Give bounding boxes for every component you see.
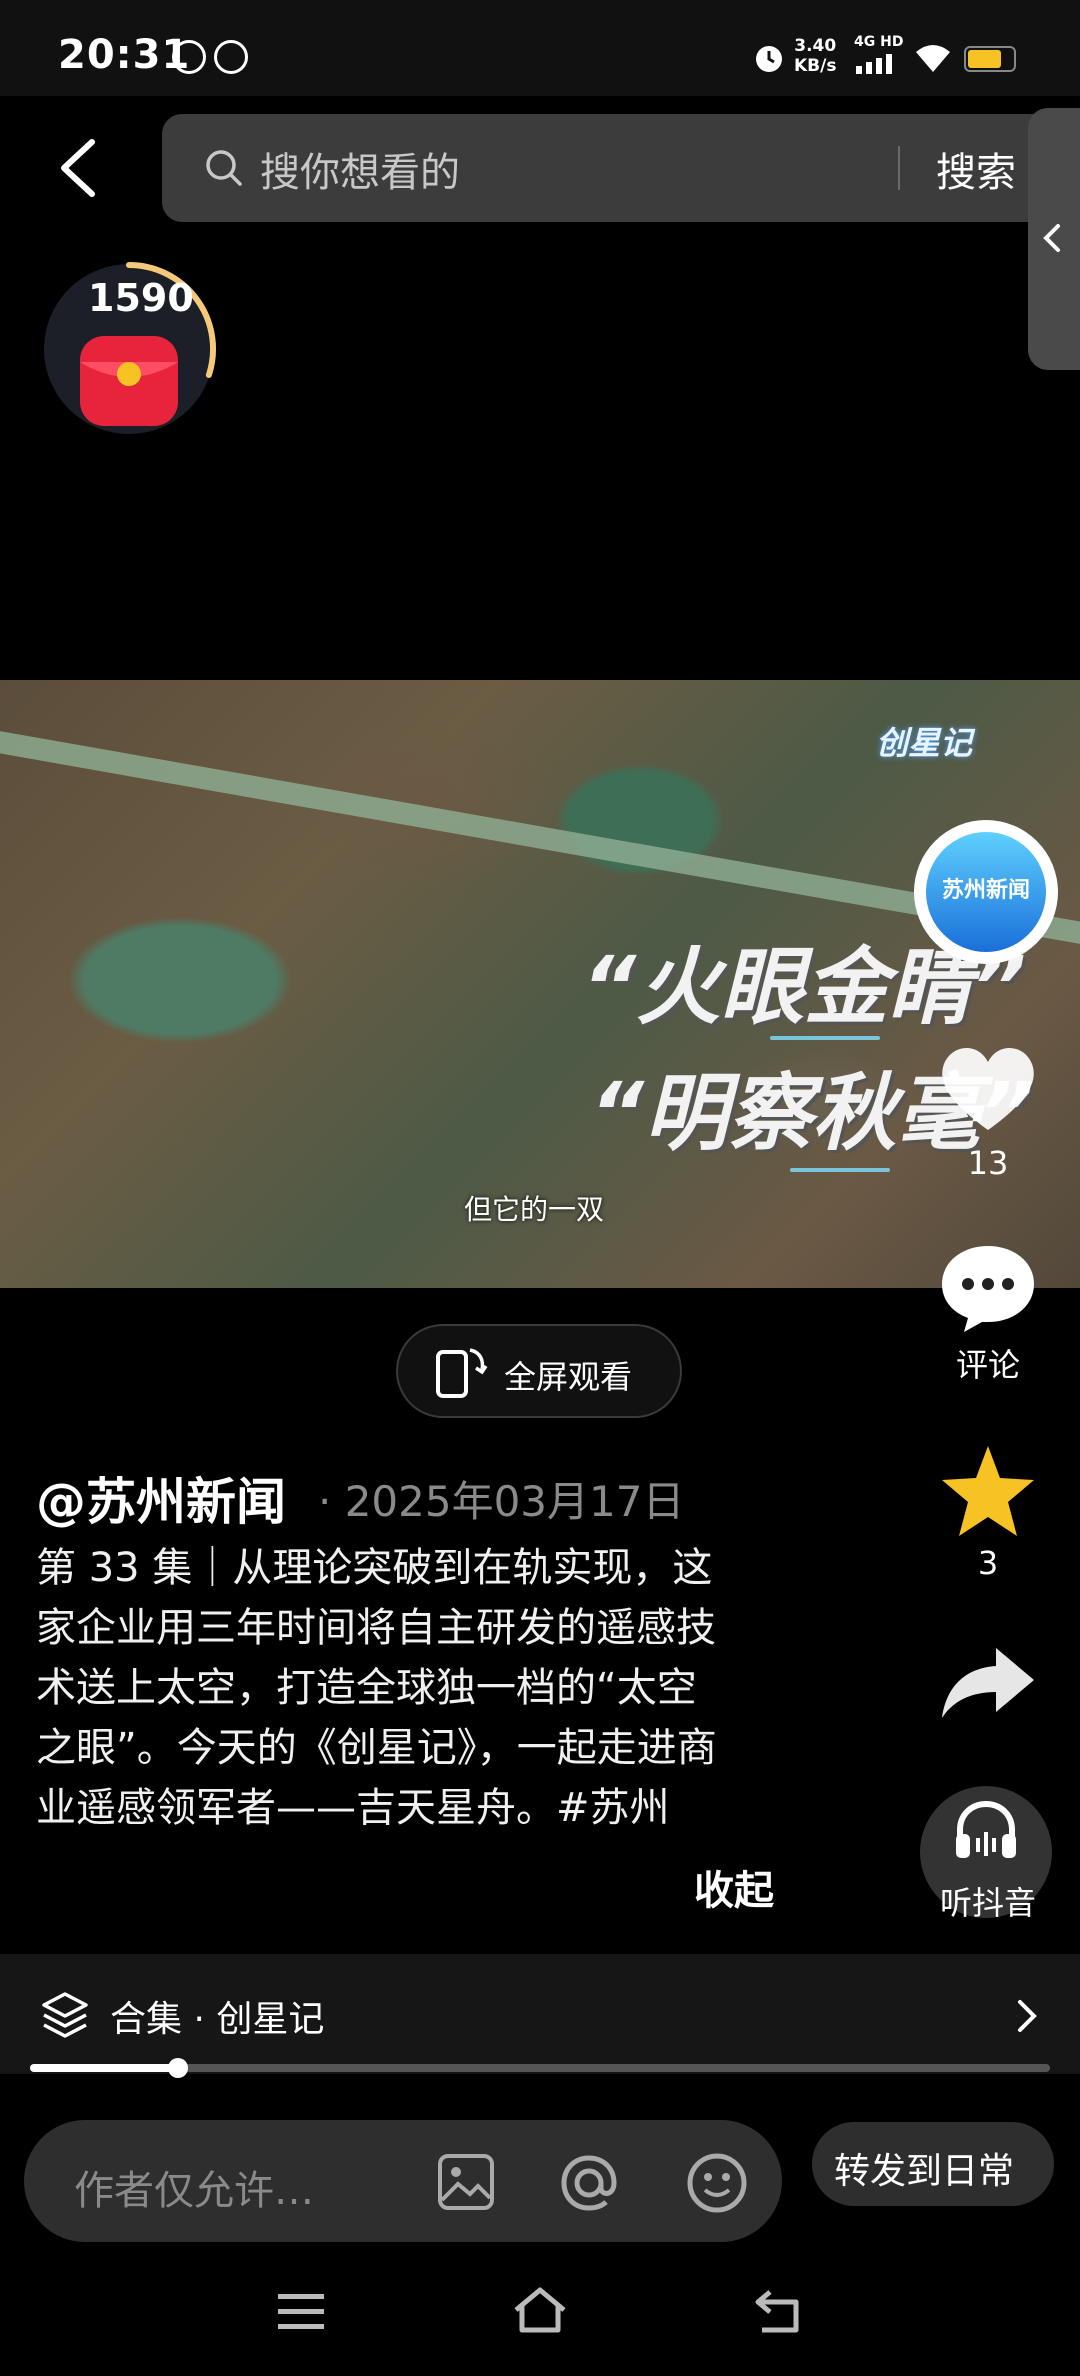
search-button[interactable]: 搜索: [936, 140, 1016, 198]
video-light-streak: [770, 1036, 880, 1040]
coin-count: 1590: [88, 276, 194, 320]
red-envelope-icon: [80, 336, 178, 426]
mention-icon[interactable]: [556, 2150, 622, 2216]
signal-icon: [856, 54, 892, 74]
comment-label: 评论: [955, 1346, 1020, 1384]
back-nav-icon[interactable]: [752, 2286, 804, 2336]
net-type: 4G HD: [854, 34, 904, 50]
description-line: 第 33 集｜从理论突破到在轨实现，这: [36, 1545, 713, 1591]
chevron-right-icon: [1018, 2000, 1037, 2032]
video-subtitle: 但它的一双: [464, 1193, 605, 1226]
menu-icon[interactable]: [276, 2290, 326, 2334]
video-light-streak: [790, 1168, 890, 1172]
search-icon: [206, 150, 242, 186]
post-date: · 2025年03月17日: [318, 1477, 685, 1526]
comment-button[interactable]: [938, 1240, 1038, 1336]
battery-fill: [968, 50, 1001, 68]
listen-label: 听抖音: [939, 1884, 1036, 1922]
search-divider: [898, 146, 900, 190]
rotate-phone-icon: [436, 1348, 488, 1398]
net-speed: 3.40 KB/s: [794, 36, 837, 76]
like-button[interactable]: [936, 1040, 1040, 1136]
favorite-count: 3: [977, 1544, 999, 1582]
video-progress-fill: [30, 2064, 178, 2072]
alarm-icon: [756, 46, 782, 72]
emoji-icon[interactable]: [684, 2150, 750, 2216]
image-icon[interactable]: [436, 2152, 496, 2212]
home-icon[interactable]: [510, 2284, 570, 2336]
description-line: 家企业用三年时间将自主研发的遥感技: [36, 1605, 716, 1651]
author-name-link[interactable]: @苏州新闻: [36, 1462, 286, 1534]
favorite-button[interactable]: [938, 1442, 1038, 1538]
back-button[interactable]: [48, 128, 108, 208]
status-time: 20:31: [58, 32, 191, 78]
search-placeholder: 搜你想看的: [260, 150, 460, 196]
fullscreen-label: 全屏观看: [504, 1358, 633, 1396]
comment-placeholder: 作者仅允许…: [74, 2168, 314, 2214]
side-panel-handle[interactable]: [1028, 108, 1080, 370]
layers-icon: [42, 1992, 88, 2038]
collection-label: 合集 · 创星记: [110, 1999, 325, 2040]
description-line[interactable]: 业遥感领军者——吉天星舟。#苏州: [36, 1778, 670, 1838]
video-progress-knob[interactable]: [168, 2058, 188, 2078]
like-count: 13: [967, 1144, 1009, 1182]
notification-icon-secondary: [214, 40, 248, 74]
wifi-icon: [916, 45, 950, 72]
repost-label: 转发到日常: [834, 2151, 1015, 2192]
battery-icon: [964, 46, 1016, 72]
notification-icon: [172, 40, 206, 74]
description-line: 之眼”。今天的《创星记》，一起走进商: [36, 1725, 717, 1771]
video-brand-overlay: 创星记: [876, 724, 973, 762]
headphones-icon: [956, 1800, 1016, 1858]
description-line: 术送上太空，打造全球独一档的“太空: [36, 1665, 697, 1711]
share-button[interactable]: [938, 1642, 1038, 1722]
chevron-left-icon: [1043, 224, 1060, 252]
avatar-logo-text: 苏州新闻: [941, 878, 1030, 903]
collapse-button[interactable]: 收起: [694, 1858, 774, 1916]
